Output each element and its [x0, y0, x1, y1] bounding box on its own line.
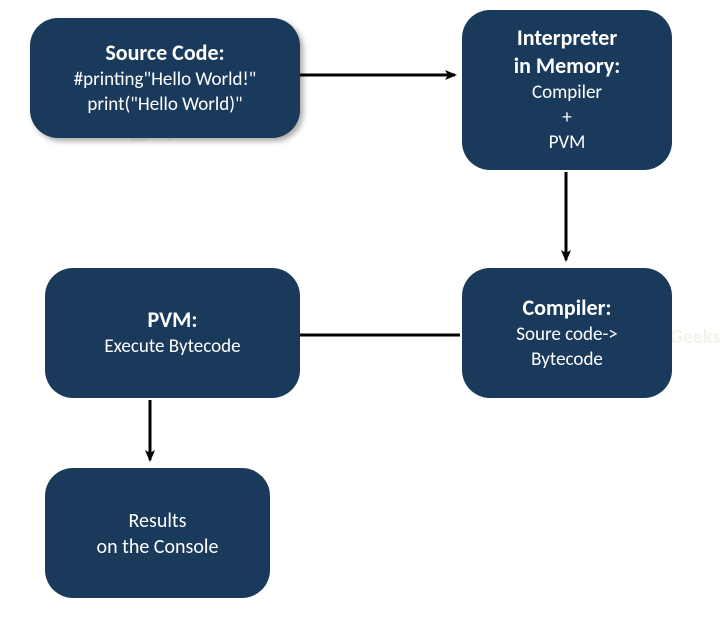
- node-pvm-line1: Execute Bytecode: [104, 335, 240, 360]
- node-source-code-line1: #printing"Hello World!": [74, 68, 257, 93]
- node-pvm: PVM: Execute Bytecode: [45, 268, 300, 398]
- node-compiler: Compiler: Soure code-> Bytecode: [462, 268, 672, 398]
- node-interpreter-line3: PVM: [532, 131, 602, 156]
- node-source-code-title: Source Code:: [105, 39, 224, 67]
- node-source-code-line2: print("Hello World)": [74, 93, 257, 118]
- node-interpreter-line2: +: [532, 106, 602, 131]
- node-interpreter-title-l2: in Memory:: [514, 52, 621, 80]
- node-results: Results on the Console: [45, 468, 270, 598]
- node-compiler-title: Compiler:: [523, 294, 612, 322]
- node-results-line2: on the Console: [97, 534, 219, 560]
- node-interpreter-title-l1: Interpreter: [514, 24, 621, 52]
- node-compiler-line2: Bytecode: [516, 348, 617, 373]
- node-results-line1: Results: [97, 508, 219, 534]
- node-compiler-line1: Soure code->: [516, 323, 617, 348]
- node-pvm-title: PVM:: [148, 306, 198, 334]
- node-interpreter: Interpreter in Memory: Compiler + PVM: [462, 10, 672, 170]
- node-interpreter-line1: Compiler: [532, 81, 602, 106]
- node-source-code: Source Code: #printing"Hello World!" pri…: [30, 18, 300, 138]
